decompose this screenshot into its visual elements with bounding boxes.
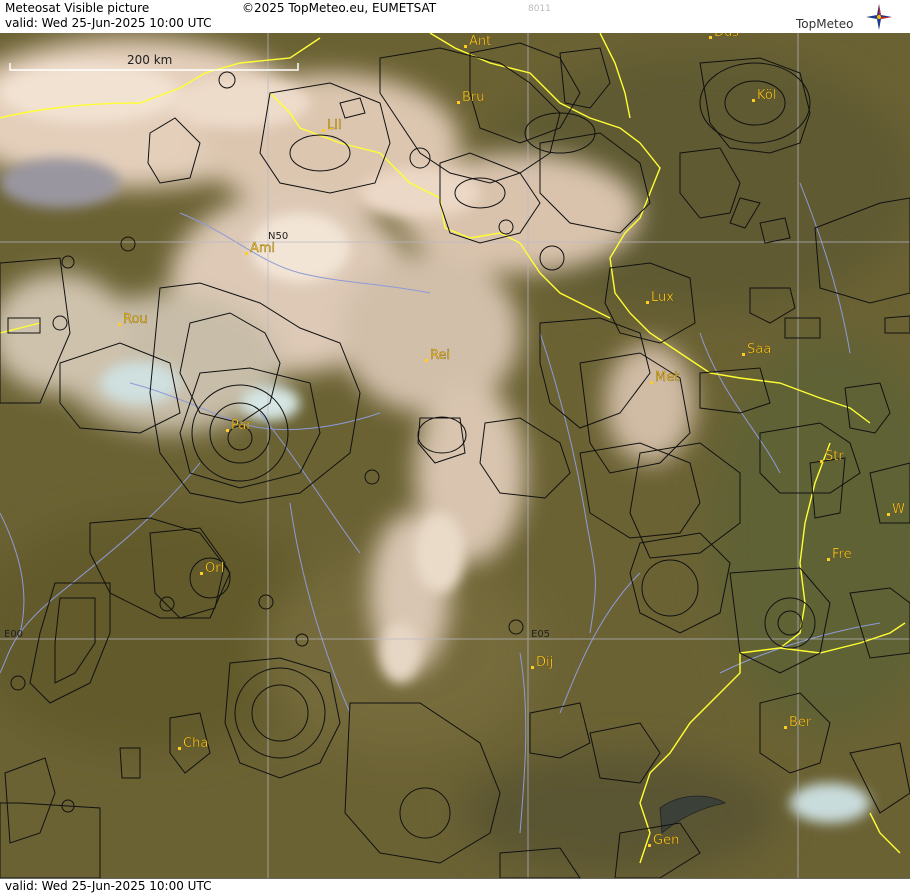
city-label-saa: Saa [747,342,771,357]
city-marker-dij [531,666,534,669]
city-marker-met [650,381,653,384]
city-marker-ant [464,45,467,48]
city-label-rei: Rei [430,348,450,363]
lon-label-e00: E00 [4,629,23,640]
city-label-str: Str [825,449,844,464]
city-label-w: W [892,502,905,517]
city-label-lil: Lil [327,118,341,133]
city-marker-saa [742,353,745,356]
city-marker-w [887,513,890,516]
topmeteo-logo[interactable]: TopMeteo [792,2,902,32]
city-marker-dus [709,36,712,39]
footer-valid-time: valid: Wed 25-Jun-2025 10:00 UTC [5,879,212,893]
city-label-bru: Bru [462,90,485,105]
city-label-dij: Dij [536,655,553,670]
satellite-map[interactable]: 200 km N50 E00 E05 AntDüsBruKölLilAmiLux… [0,33,910,878]
city-label-met: Met [655,370,679,385]
city-marker-cha [178,747,181,750]
city-marker-fre [827,558,830,561]
city-marker-gen [648,844,651,847]
city-marker-bru [457,101,460,104]
city-marker-lux [646,301,649,304]
city-label-dus: Düs [714,33,739,40]
valid-time: valid: Wed 25-Jun-2025 10:00 UTC [5,16,212,30]
city-marker-rei [425,359,428,362]
city-marker-kol [752,99,755,102]
city-marker-ami [245,252,248,255]
logo-text: TopMeteo [796,17,854,31]
compass-star-icon [866,4,892,30]
city-label-kol: Köl [757,88,776,103]
city-marker-lil [322,129,325,132]
city-label-par: Par [231,418,252,433]
city-label-gen: Gen [653,833,679,848]
city-marker-str [820,460,823,463]
satellite-map-viewer: Meteosat Visible picture valid: Wed 25-J… [0,0,910,893]
header-bar: Meteosat Visible picture valid: Wed 25-J… [0,0,910,34]
city-label-ant: Ant [469,34,491,49]
copyright-notice: ©2025 TopMeteo.eu, EUMETSAT [242,1,437,15]
city-label-cha: Cha [183,736,208,751]
city-label-ber: Ber [789,715,812,730]
city-marker-rou [118,323,121,326]
lon-label-e05: E05 [531,629,550,640]
city-marker-par [226,429,229,432]
city-label-fre: Fre [832,547,852,562]
city-label-lux: Lux [651,290,674,305]
city-label-ami: Ami [250,241,275,256]
city-label-rou: Rou [123,312,148,327]
map-canvas[interactable]: 200 km N50 E00 E05 AntDüsBruKölLilAmiLux… [0,33,910,878]
city-marker-ber [784,726,787,729]
footer-bar: valid: Wed 25-Jun-2025 10:00 UTC [0,878,910,893]
scale-bar-label: 200 km [127,53,172,67]
city-marker-orl [200,572,203,575]
city-label-orl: Orl [205,561,224,576]
map-title: Meteosat Visible picture [5,1,150,15]
image-code: 8011 [528,4,551,14]
